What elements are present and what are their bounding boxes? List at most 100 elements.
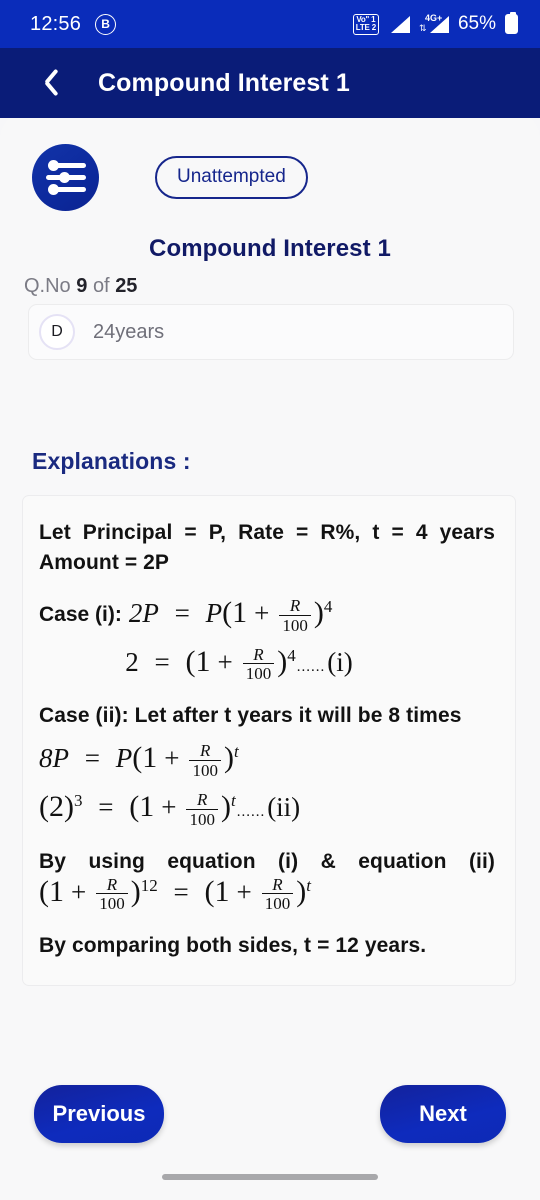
case2-p: P bbox=[115, 743, 133, 774]
eqii-exp: t bbox=[230, 790, 236, 810]
home-indicator[interactable] bbox=[162, 1174, 378, 1180]
question-set-title: Compound Interest 1 bbox=[149, 235, 391, 262]
case1-fraction: R 100 bbox=[279, 597, 311, 635]
qno-prefix: Q.No bbox=[24, 275, 71, 297]
eqi-fraction: R 100 bbox=[242, 644, 275, 684]
eqi-plus: + bbox=[217, 646, 233, 677]
case2-lhs: 8P bbox=[39, 743, 69, 774]
eqii-lhs-exp: 3 bbox=[73, 790, 83, 810]
qno-current: 9 bbox=[76, 275, 88, 297]
sliders-icon bbox=[45, 159, 86, 195]
status-badge: Unattempted bbox=[155, 156, 308, 199]
eqii-plus: + bbox=[161, 791, 177, 822]
case2-num: R bbox=[200, 741, 211, 761]
eqi-num: R bbox=[253, 644, 264, 664]
case1-p: P bbox=[205, 598, 223, 628]
fin-r-fraction: R 100 bbox=[261, 874, 294, 914]
battery-percent: 65% bbox=[457, 13, 496, 34]
fin-l-num: R bbox=[106, 874, 118, 894]
battery-icon bbox=[505, 12, 518, 34]
eqii-eq-sign: = bbox=[98, 791, 114, 822]
qno-total: 25 bbox=[115, 275, 138, 297]
explanations-heading: Explanations : bbox=[32, 448, 191, 474]
fin-r-open: (1 bbox=[204, 874, 230, 908]
equation-i: 2 = (1 + R 100)4......(i) bbox=[39, 645, 495, 684]
case2-den: 100 bbox=[189, 760, 221, 780]
explanation-box: Let Principal = P, Rate = R%, t = 4 year… bbox=[22, 495, 516, 987]
case1-close: ) bbox=[313, 596, 324, 629]
case1-den: 100 bbox=[279, 614, 311, 635]
case2-close: ) bbox=[223, 741, 234, 775]
eqi-eq-sign: = bbox=[154, 646, 170, 677]
question-header-row: Unattempted bbox=[0, 110, 540, 211]
status-bar: 12:56 B Vo" 1 LTE 2 ⇅ 4G+ 65% bbox=[0, 0, 540, 48]
volte-icon: Vo" 1 LTE 2 bbox=[352, 13, 379, 35]
question-number: Q.No 9 of 25 bbox=[24, 275, 540, 298]
eqii-den: 100 bbox=[186, 808, 218, 829]
status-bar-left: 12:56 B bbox=[30, 12, 117, 36]
eqi-open: (1 bbox=[185, 644, 211, 678]
case2-open: (1 bbox=[132, 741, 158, 775]
eqii-fraction: R 100 bbox=[186, 791, 218, 829]
eqii-tag: (ii) bbox=[267, 791, 301, 822]
next-button[interactable]: Next bbox=[380, 1085, 506, 1143]
case1-open: (1 bbox=[222, 596, 248, 629]
case1-num: R bbox=[289, 595, 301, 615]
eqii-num: R bbox=[197, 789, 208, 809]
case-1-math: 2P = P(1 + R 100)4 bbox=[129, 596, 332, 635]
case1-plus: + bbox=[254, 598, 270, 628]
using-equations-line: By using equation (i) & equation (ii) bbox=[39, 849, 495, 873]
content-sheet: Unattempted Compound Interest 1 Q.No 9 o… bbox=[0, 110, 540, 1200]
eqi-exp: 4 bbox=[287, 645, 296, 665]
footer-nav: Previous Next bbox=[0, 1058, 540, 1170]
fin-l-plus: + bbox=[71, 876, 87, 907]
fin-l-fraction: R 100 bbox=[96, 874, 128, 914]
case-1-label: Case (i): bbox=[39, 603, 122, 627]
page-title: Compound Interest 1 bbox=[98, 68, 350, 97]
eqi-den: 100 bbox=[242, 663, 275, 683]
fin-eq-sign: = bbox=[173, 876, 189, 907]
case-2-equation: 8P = P(1 + R 100)t bbox=[39, 741, 495, 780]
fin-r-plus: + bbox=[236, 876, 252, 907]
case2-fraction: R 100 bbox=[189, 742, 221, 780]
case2-exp: t bbox=[233, 742, 239, 762]
case1-exp: 4 bbox=[323, 597, 333, 616]
eqii-dots: ...... bbox=[236, 803, 266, 820]
case2-plus: + bbox=[164, 743, 180, 774]
option-letter: D bbox=[39, 314, 75, 350]
case2-eq-sign: = bbox=[84, 743, 100, 774]
explanation-line-1: Let Principal = P, Rate = R%, t = 4 year… bbox=[39, 521, 495, 544]
explanation-line-2: Amount = 2P bbox=[39, 551, 170, 574]
signal-icon bbox=[388, 15, 410, 33]
qno-of: of bbox=[92, 275, 110, 297]
scroll-area[interactable]: Unattempted Compound Interest 1 Q.No 9 o… bbox=[0, 110, 540, 1058]
bluetooth-icon: B bbox=[95, 13, 117, 35]
previous-button[interactable]: Previous bbox=[34, 1085, 164, 1143]
status-time: 12:56 bbox=[30, 12, 82, 35]
fin-l-open: (1 bbox=[39, 874, 64, 908]
case-1-equation: Case (i): 2P = P(1 + R 100)4 bbox=[39, 596, 495, 635]
case1-lhs: 2P bbox=[128, 598, 159, 628]
final-equation: (1 + R 100)12 = (1 + R 100)t bbox=[39, 875, 495, 914]
case-2-math: 8P = P(1 + R 100)t bbox=[39, 741, 239, 780]
answer-option-row[interactable]: D 24years bbox=[28, 304, 514, 360]
case1-eq-sign: = bbox=[174, 598, 190, 628]
signal-secondary-icon: ⇅ 4G+ bbox=[418, 13, 449, 33]
fin-r-close: ) bbox=[296, 874, 307, 908]
app-bar: Compound Interest 1 bbox=[0, 48, 540, 118]
fin-r-num: R bbox=[272, 874, 283, 894]
fin-l-exp: 12 bbox=[140, 875, 158, 895]
fin-r-den: 100 bbox=[261, 893, 294, 913]
status-bar-right: Vo" 1 LTE 2 ⇅ 4G+ 65% bbox=[352, 12, 518, 35]
equation-i-math: 2 = (1 + R 100)4......(i) bbox=[125, 645, 352, 684]
chevron-left-icon[interactable] bbox=[40, 67, 62, 99]
conclusion-line: By comparing both sides, t = 12 years. bbox=[39, 934, 427, 958]
avatar bbox=[32, 144, 99, 211]
eqi-dots: ...... bbox=[296, 658, 326, 675]
data-arrows-icon: ⇅ bbox=[418, 23, 427, 33]
fin-l-close: ) bbox=[130, 874, 141, 908]
fin-l-den: 100 bbox=[96, 893, 128, 913]
eqi-lhs: 2 bbox=[125, 646, 139, 677]
option-text: 24years bbox=[93, 320, 165, 343]
eqii-close: ) bbox=[220, 789, 231, 823]
